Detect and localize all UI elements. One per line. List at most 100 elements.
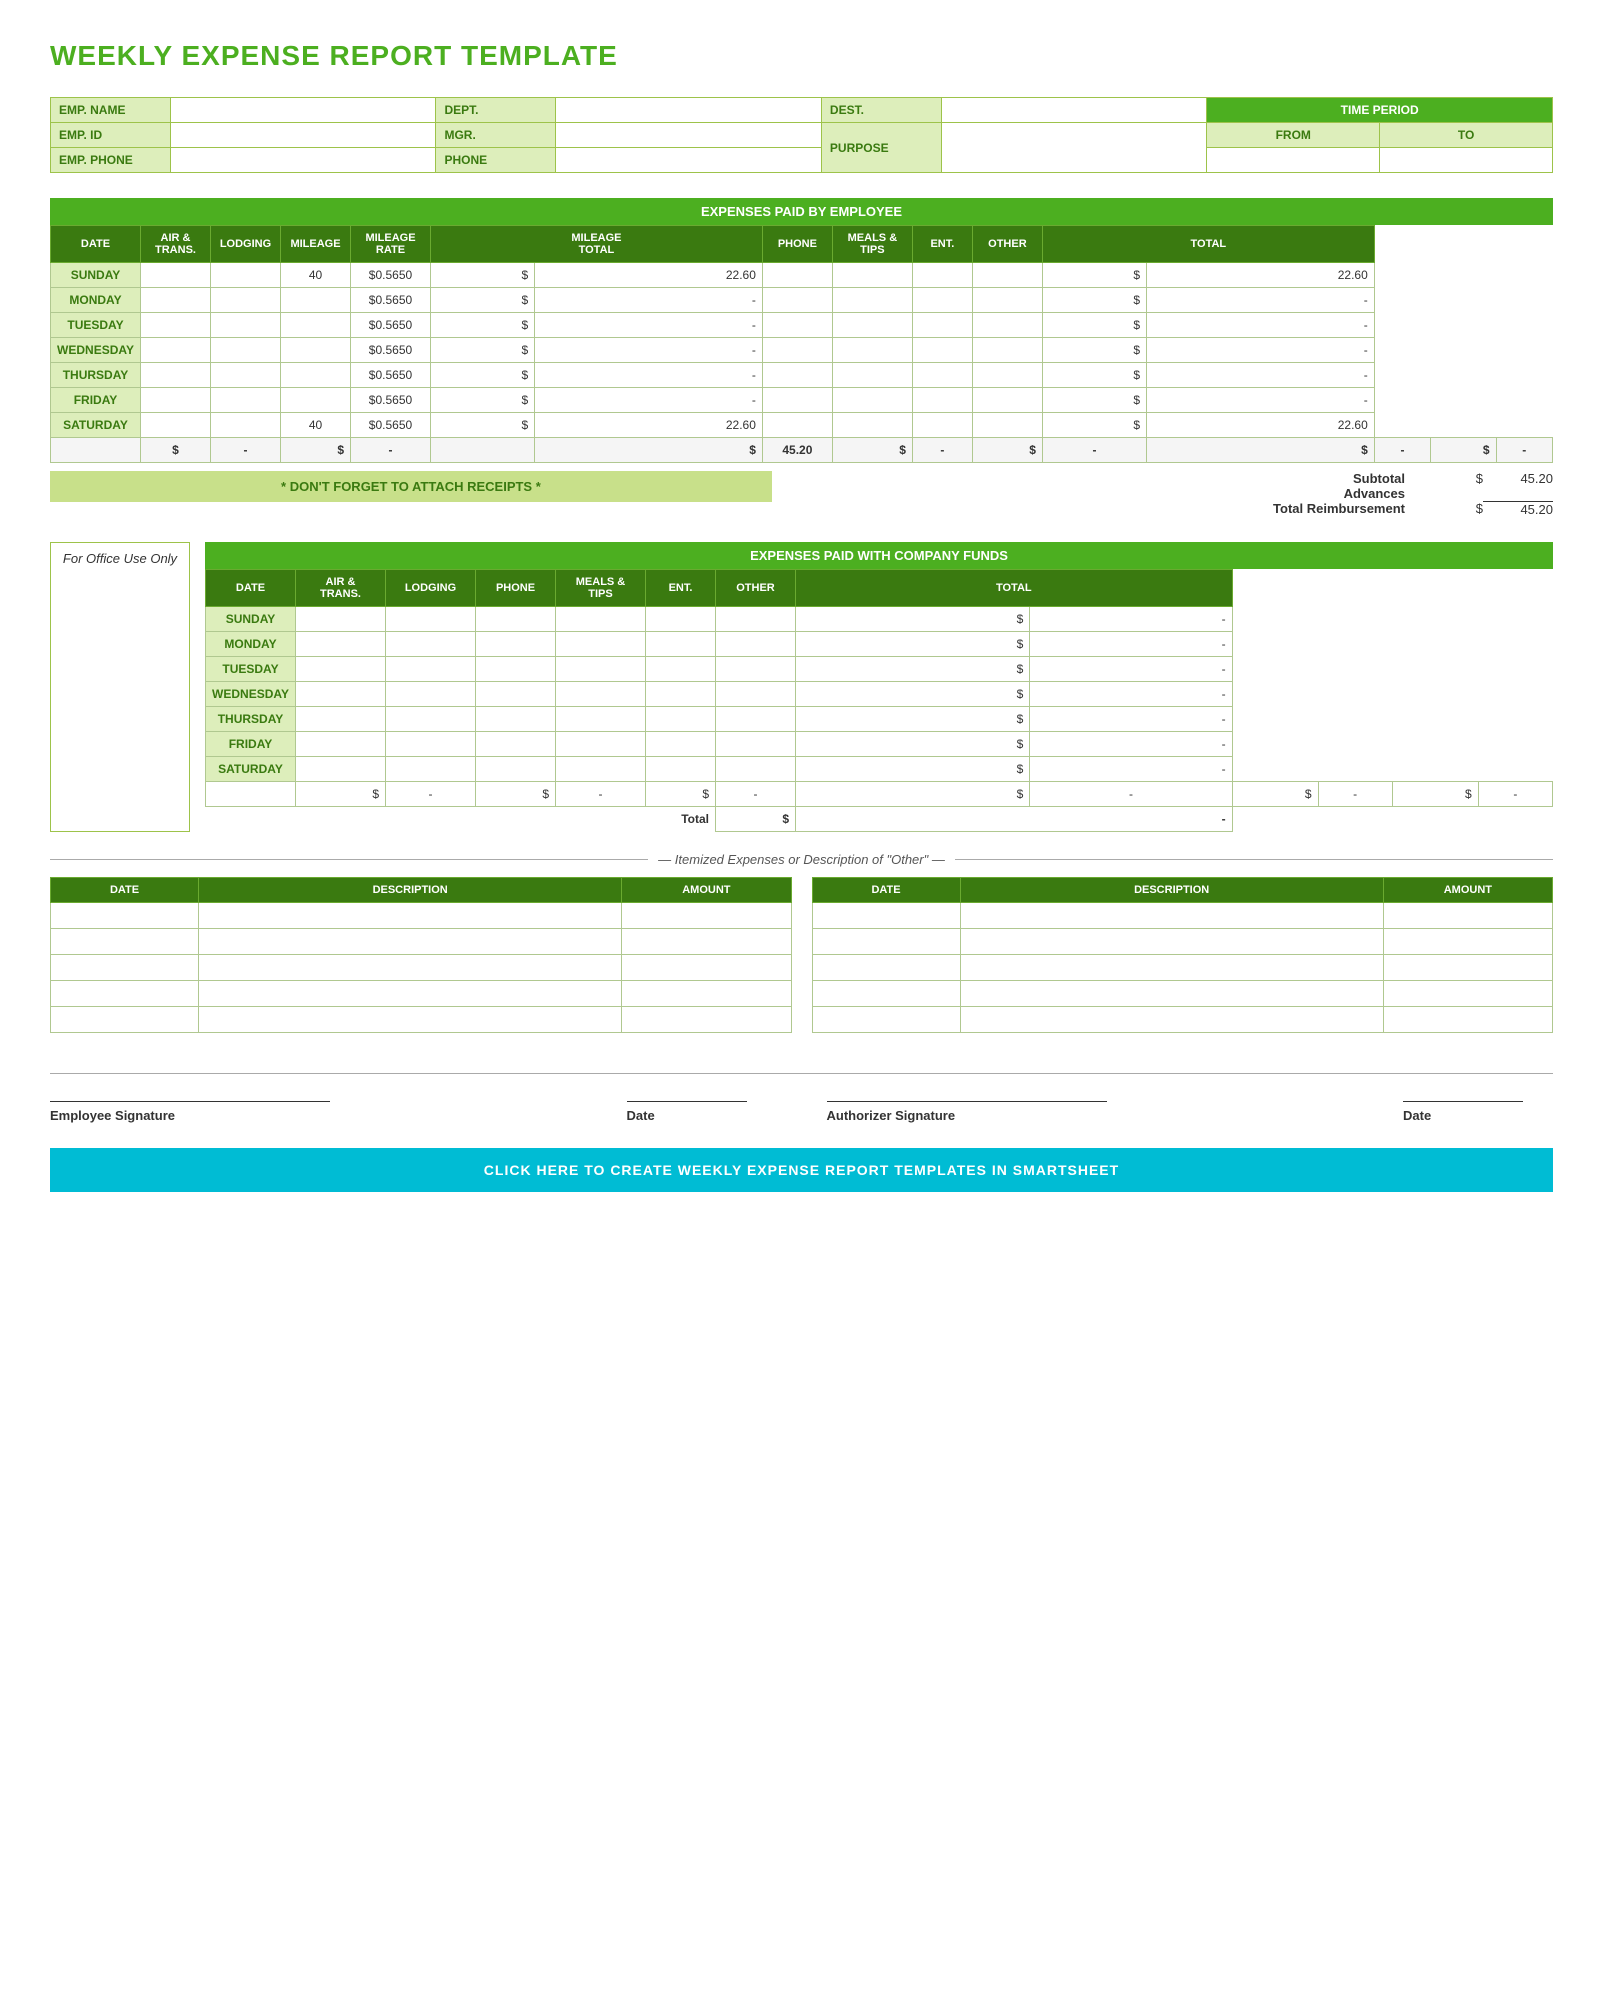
cf-col-total: TOTAL: [796, 569, 1233, 606]
table-row: THURSDAY $0.5650 $ - $ -: [51, 363, 1553, 388]
date-label-1: Date: [627, 1108, 777, 1123]
advances-label: Advances: [1273, 486, 1413, 501]
col-lodging: LODGING: [211, 226, 281, 263]
table-row: TUESDAY $ -: [206, 656, 1553, 681]
totals-air-sign: $: [141, 438, 211, 463]
table-row: FRIDAY $ -: [206, 731, 1553, 756]
to-label: TO: [1380, 123, 1553, 148]
phone-label: PHONE: [436, 148, 556, 173]
table-row: MONDAY $0.5650 $ - $ -: [51, 288, 1553, 313]
cf-col-ent: ENT.: [646, 569, 716, 606]
table-row: SUNDAY $ -: [206, 606, 1553, 631]
authorizer-sig-label: Authorizer Signature: [827, 1108, 1354, 1123]
totals-other: -: [1496, 438, 1552, 463]
date-label-2: Date: [1403, 1108, 1553, 1123]
list-item: [812, 954, 1553, 980]
page-title: WEEKLY EXPENSE REPORT TEMPLATE: [50, 40, 1553, 72]
totals-ent-sign: $: [1147, 438, 1375, 463]
itemized-header: — Itemized Expenses or Description of "O…: [50, 852, 1553, 867]
cf-col-air-trans: AIR &TRANS.: [296, 569, 386, 606]
employee-sig-label: Employee Signature: [50, 1108, 577, 1123]
subtotal-label: Subtotal: [1273, 471, 1413, 486]
col-mileage-total: MILEAGETOTAL: [431, 226, 763, 263]
purpose-value[interactable]: [941, 123, 1207, 173]
cf-col-meals-tips: MEALS &TIPS: [556, 569, 646, 606]
col-mileage-rate: MILEAGERATE: [351, 226, 431, 263]
dest-value[interactable]: [941, 98, 1207, 123]
company-expense-table: DATE AIR &TRANS. LODGING PHONE MEALS &TI…: [205, 569, 1553, 832]
col-other: OTHER: [972, 226, 1042, 263]
table-row: SATURDAY $ -: [206, 756, 1553, 781]
itemized-line-left: [50, 859, 648, 860]
list-item: [51, 928, 792, 954]
table-row: THURSDAY $ -: [206, 706, 1553, 731]
cf-col-other: OTHER: [716, 569, 796, 606]
itemized-tables: DATE DESCRIPTION AMOUNT: [50, 877, 1553, 1033]
list-item: [812, 902, 1553, 928]
total-reimbursement-row: Total Reimbursement $ 45.20: [1273, 501, 1553, 517]
signature-row: Employee Signature Date Authorizer Signa…: [50, 1082, 1553, 1123]
totals-air: -: [211, 438, 281, 463]
company-totals-row: $ - $ - $ - $ - $ - $ -: [206, 781, 1553, 806]
itemized-right-table: DATE DESCRIPTION AMOUNT: [812, 877, 1554, 1033]
cta-banner[interactable]: CLICK HERE TO CREATE WEEKLY EXPENSE REPO…: [50, 1148, 1553, 1192]
subtotal-sign: $: [1413, 471, 1483, 486]
emp-phone-value[interactable]: [170, 148, 436, 173]
emp-phone-label: EMP. PHONE: [51, 148, 171, 173]
emp-name-value[interactable]: [170, 98, 436, 123]
purpose-label: PURPOSE: [821, 123, 941, 173]
col-phone: PHONE: [762, 226, 832, 263]
signature-section: Employee Signature Date Authorizer Signa…: [50, 1063, 1553, 1123]
subtotal-value: 45.20: [1483, 471, 1553, 486]
receipts-banner: * DON'T FORGET TO ATTACH RECEIPTS *: [50, 471, 772, 502]
list-item: [812, 1006, 1553, 1032]
totals-phone-sign: $: [832, 438, 912, 463]
total-reimb-value: 45.20: [1483, 501, 1553, 517]
dept-value[interactable]: [556, 98, 822, 123]
table-row: SATURDAY 40 $0.5650 $ 22.60 $ 22.60: [51, 413, 1553, 438]
list-item: [51, 980, 792, 1006]
phone-value[interactable]: [556, 148, 822, 173]
emp-id-label: EMP. ID: [51, 123, 171, 148]
totals-mileage-total: 45.20: [762, 438, 832, 463]
totals-phone: -: [912, 438, 972, 463]
itemized-line-right: [955, 859, 1553, 860]
list-item: [51, 954, 792, 980]
list-item: [51, 1006, 792, 1032]
table-row: TUESDAY $0.5650 $ - $ -: [51, 313, 1553, 338]
table-row: MONDAY $ -: [206, 631, 1553, 656]
itemized-left-date-col: DATE: [51, 877, 199, 902]
cf-col-phone: PHONE: [476, 569, 556, 606]
company-total-label: Total: [681, 812, 709, 826]
totals-ent: -: [1374, 438, 1430, 463]
table-row: FRIDAY $0.5650 $ - $ -: [51, 388, 1553, 413]
mgr-value[interactable]: [556, 123, 822, 148]
office-company-section: For Office Use Only EXPENSES PAID WITH C…: [50, 542, 1553, 832]
company-total-row: Total $ -: [206, 806, 1553, 831]
company-funds-section: EXPENSES PAID WITH COMPANY FUNDS DATE AI…: [205, 542, 1553, 832]
itemized-left-amount-col: AMOUNT: [622, 877, 791, 902]
to-value[interactable]: [1380, 148, 1553, 173]
list-item: [812, 928, 1553, 954]
itemized-right-amount-col: AMOUNT: [1383, 877, 1552, 902]
subtotal-row: Subtotal $ 45.20: [1273, 471, 1553, 486]
itemized-right-desc-col: DESCRIPTION: [960, 877, 1383, 902]
expenses-paid-table: DATE AIR &TRANS. LODGING MILEAGE MILEAGE…: [50, 225, 1553, 463]
expenses-paid-header: EXPENSES PAID BY EMPLOYEE: [50, 198, 1553, 225]
col-total: TOTAL: [1042, 226, 1374, 263]
company-funds-header: EXPENSES PAID WITH COMPANY FUNDS: [205, 542, 1553, 569]
emp-name-label: EMP. NAME: [51, 98, 171, 123]
total-reimb-sign: $: [1413, 501, 1483, 517]
company-total-value: -: [1222, 812, 1226, 826]
totals-meals-sign: $: [972, 438, 1042, 463]
cf-col-lodging: LODGING: [386, 569, 476, 606]
col-air-trans: AIR &TRANS.: [141, 226, 211, 263]
from-value[interactable]: [1207, 148, 1380, 173]
table-row: WEDNESDAY $ -: [206, 681, 1553, 706]
total-reimb-label: Total Reimbursement: [1273, 501, 1413, 517]
emp-id-value[interactable]: [170, 123, 436, 148]
col-ent: ENT.: [912, 226, 972, 263]
itemized-label: — Itemized Expenses or Description of "O…: [658, 852, 945, 867]
itemized-left-table: DATE DESCRIPTION AMOUNT: [50, 877, 792, 1033]
list-item: [812, 980, 1553, 1006]
